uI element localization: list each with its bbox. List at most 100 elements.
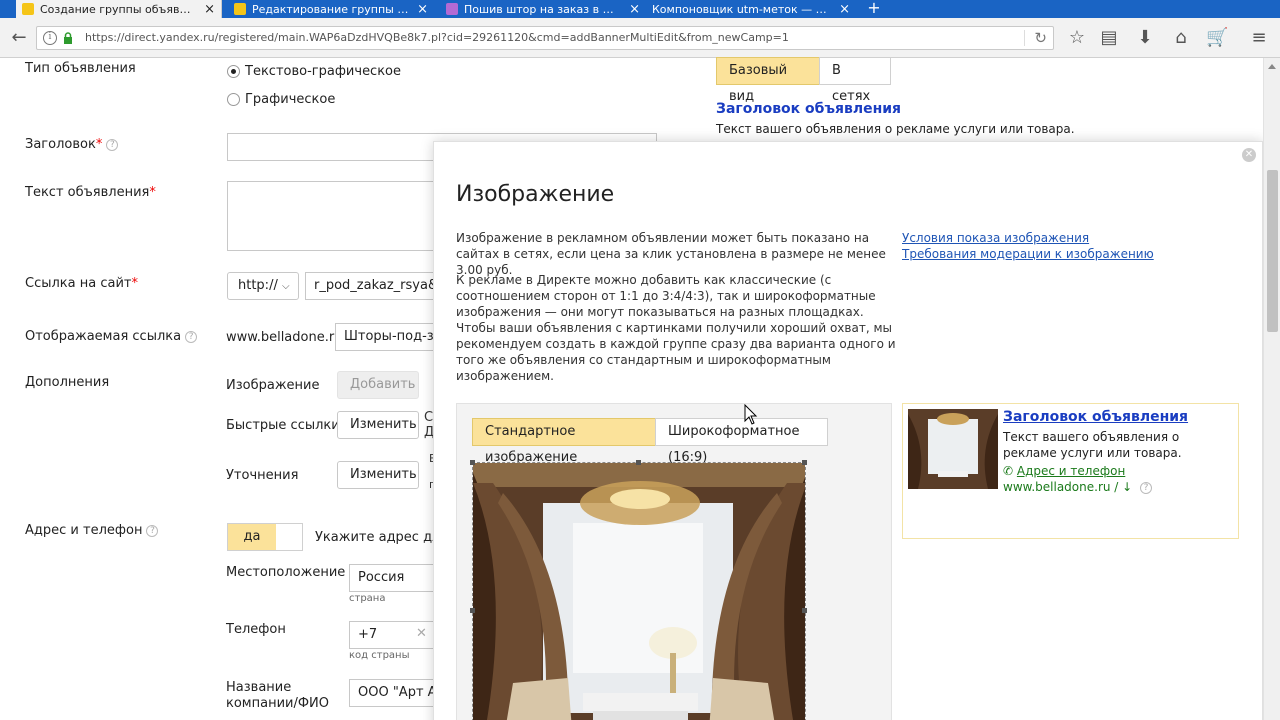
bookmark-star-icon[interactable]: ☆ bbox=[1066, 27, 1088, 49]
ad-preview-headline[interactable]: Заголовок объявления bbox=[1003, 409, 1188, 425]
site-favicon-icon bbox=[446, 3, 458, 15]
country-input[interactable]: Россия bbox=[349, 564, 435, 592]
mouse-cursor-icon bbox=[744, 404, 758, 425]
url-text: https://direct.yandex.ru/registered/main… bbox=[85, 31, 789, 44]
radio-graphic-label[interactable]: Графическое bbox=[245, 92, 335, 107]
refinements-change-button[interactable]: Изменить bbox=[337, 461, 419, 489]
scroll-up-icon[interactable] bbox=[1268, 64, 1276, 69]
help-icon[interactable]: ? bbox=[185, 331, 198, 343]
display-link-label: Отображаемая ссылка? bbox=[25, 329, 198, 344]
tab-widescreen-image[interactable]: Широкоформатное (16:9) bbox=[655, 418, 828, 465]
phone-icon: ✆ bbox=[1003, 464, 1014, 478]
browser-tab-bar: Создание группы объявлен... × Редактиров… bbox=[0, 0, 1280, 18]
toggle-yes[interactable]: да bbox=[228, 524, 276, 550]
address-bar[interactable]: i https://direct.yandex.ru/registered/ma… bbox=[36, 26, 1054, 50]
add-image-button[interactable]: Добавить bbox=[337, 371, 419, 399]
display-link-label-text: Отображаемая ссылка bbox=[25, 329, 182, 344]
preview-tab-networks[interactable]: В сетях bbox=[819, 57, 891, 104]
refinements-label: Уточнения bbox=[226, 468, 299, 483]
new-tab-button[interactable]: + bbox=[866, 0, 882, 18]
reading-list-icon[interactable]: ▤ bbox=[1098, 27, 1120, 49]
radio-text-graphic-label[interactable]: Текстово-графическое bbox=[245, 64, 401, 79]
scrollbar-thumb[interactable] bbox=[1267, 170, 1278, 332]
tab-title: Компоновщик utm-меток — гене... bbox=[652, 2, 831, 16]
browser-tab-1[interactable]: Создание группы объявлен... × bbox=[16, 0, 222, 18]
ad-type-label: Тип объявления bbox=[25, 61, 136, 76]
clear-icon[interactable]: ✕ bbox=[416, 626, 427, 641]
info-icon[interactable]: i bbox=[43, 31, 57, 45]
ad-preview-text: Текст вашего объявления о рекламе услуги… bbox=[1003, 430, 1182, 460]
image-moderation-link[interactable]: Требования модерации к изображению bbox=[902, 247, 1154, 261]
preview-tab-basic[interactable]: Базовый вид bbox=[716, 57, 820, 104]
back-arrow-icon[interactable]: ← bbox=[8, 27, 30, 49]
modal-title: Изображение bbox=[456, 182, 615, 207]
image-conditions-link[interactable]: Условия показа изображения bbox=[902, 231, 1089, 245]
crop-handle[interactable] bbox=[802, 460, 807, 465]
protocol-select[interactable]: http:// ⌵ bbox=[227, 272, 299, 300]
company-label-line1: Название bbox=[226, 680, 292, 695]
display-path-input[interactable]: Шторы-под-зака bbox=[335, 323, 435, 351]
tab-title: Создание группы объявлен... bbox=[40, 2, 197, 16]
link-label-text: Ссылка на сайт bbox=[25, 276, 132, 291]
browser-tab-2[interactable]: Редактирование группы об... × bbox=[228, 0, 434, 18]
crop-handle[interactable] bbox=[470, 608, 475, 613]
address-label: Адрес и телефон? bbox=[25, 523, 159, 538]
ad-preview-domain-row: www.belladone.ru / ↓ ? bbox=[1003, 480, 1153, 494]
headline-label-text: Заголовок bbox=[25, 137, 96, 152]
interior-photo bbox=[473, 463, 805, 720]
interior-thumbnail bbox=[908, 409, 998, 489]
cart-icon[interactable]: 🛒 bbox=[1206, 27, 1228, 49]
chevron-down-icon: ⌵ bbox=[281, 281, 290, 292]
phone-code-value: +7 bbox=[358, 627, 378, 642]
download-icon[interactable]: ⬇ bbox=[1134, 27, 1156, 49]
radio-graphic[interactable] bbox=[227, 93, 240, 106]
image-label: Изображение bbox=[226, 378, 320, 393]
menu-icon[interactable]: ≡ bbox=[1248, 27, 1270, 49]
company-label-line2: компании/ФИО bbox=[226, 696, 330, 711]
url-divider bbox=[1024, 30, 1025, 46]
tab-standard-image[interactable]: Стандартное изображение bbox=[472, 418, 656, 465]
reload-icon[interactable]: ↻ bbox=[1034, 29, 1047, 47]
browser-tab-4[interactable]: Компоновщик utm-меток — гене... × bbox=[646, 0, 856, 18]
help-icon[interactable]: ? bbox=[146, 525, 159, 537]
close-tab-icon[interactable]: × bbox=[417, 3, 428, 16]
company-input[interactable]: ООО "Арт А bbox=[349, 679, 435, 707]
country-caption: страна bbox=[349, 593, 386, 604]
preview-text: Текст вашего объявления о рекламе услуги… bbox=[716, 122, 1075, 136]
address-toggle[interactable]: да bbox=[227, 523, 303, 551]
image-crop-area[interactable] bbox=[472, 462, 806, 720]
company-label: Название компании/ФИО bbox=[226, 680, 329, 712]
help-icon[interactable]: ? bbox=[106, 139, 119, 151]
close-tab-icon[interactable]: × bbox=[839, 3, 850, 16]
close-tab-icon[interactable]: × bbox=[204, 3, 215, 16]
lock-icon bbox=[64, 32, 72, 44]
crop-handle[interactable] bbox=[802, 608, 807, 613]
radio-text-graphic[interactable] bbox=[227, 65, 240, 78]
yandex-direct-icon bbox=[22, 3, 34, 15]
location-label: Местоположение bbox=[226, 565, 346, 580]
tab-title: Редактирование группы об... bbox=[252, 2, 410, 16]
link-input[interactable]: r_pod_zakaz_rsya&ty bbox=[305, 272, 435, 300]
ad-preview-address-link[interactable]: Адрес и телефон bbox=[1017, 464, 1125, 478]
tab-title: Пошив штор на заказ в Мос... bbox=[464, 2, 622, 16]
quick-links-change-button[interactable]: Изменить bbox=[337, 411, 419, 439]
crop-handle[interactable] bbox=[636, 460, 641, 465]
preview-headline[interactable]: Заголовок объявления bbox=[716, 101, 901, 117]
browser-nav-bar: ← i https://direct.yandex.ru/registered/… bbox=[0, 18, 1280, 58]
ad-preview-address[interactable]: ✆ Адрес и телефон bbox=[1003, 464, 1125, 478]
browser-tab-3[interactable]: Пошив штор на заказ в Мос... × bbox=[440, 0, 646, 18]
close-icon[interactable]: ✕ bbox=[1242, 148, 1256, 162]
home-icon[interactable]: ⌂ bbox=[1170, 27, 1192, 49]
help-icon[interactable]: ? bbox=[1140, 482, 1153, 494]
crop-handle[interactable] bbox=[470, 460, 475, 465]
download-arrow-icon: ↓ bbox=[1122, 480, 1133, 494]
image-modal: ✕ Изображение Изображение в рекламном об… bbox=[433, 141, 1263, 720]
address-label-text: Адрес и телефон bbox=[25, 523, 143, 538]
phone-code-input[interactable]: +7 ✕ bbox=[349, 621, 435, 649]
yandex-direct-icon bbox=[234, 3, 246, 15]
page-scrollbar[interactable] bbox=[1263, 58, 1280, 720]
close-tab-icon[interactable]: × bbox=[629, 3, 640, 16]
protocol-value: http:// bbox=[238, 278, 278, 293]
ad-preview-domain: www.belladone.ru / bbox=[1003, 480, 1119, 494]
modal-paragraph-price: Изображение в рекламном объявлении может… bbox=[456, 231, 886, 277]
